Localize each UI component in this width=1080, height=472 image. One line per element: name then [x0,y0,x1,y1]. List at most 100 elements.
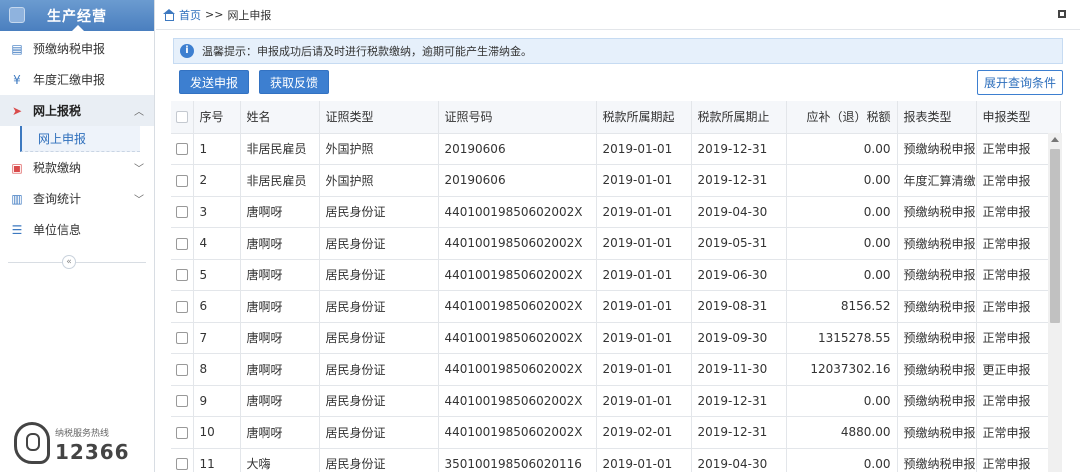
cell-index: 1 [193,133,241,165]
cell-index: 8 [193,353,241,386]
declaration-table: 序号 姓名 证照类型 证照号码 税款所属期起 税款所属期止 应补（退）税额 报表… [171,101,1061,472]
row-checkbox[interactable] [175,174,188,187]
cell-period-start: 2019-01-01 [596,133,692,165]
table-row[interactable]: 9 唐啊呀 居民身份证 44010019850602002X 2019-01-01 201… [171,385,1061,417]
row-checkbox-cell[interactable] [171,322,194,354]
cell-report-type: 年度汇算清缴 [897,164,977,197]
expand-query-button[interactable]: 展开查询条件 [977,70,1063,95]
cell-id-type: 居民身份证 [319,353,439,386]
collapse-sidebar-icon[interactable]: « [62,255,76,269]
row-checkbox-cell[interactable] [171,133,194,165]
row-checkbox[interactable] [175,395,188,408]
cell-period-end: 2019-04-30 [691,196,787,228]
cell-index: 2 [193,164,241,197]
cell-period-start: 2019-01-01 [596,290,692,323]
cell-tax-amount: 8156.52 [786,290,898,323]
cell-id-type: 居民身份证 [319,322,439,354]
table-row[interactable]: 5 唐啊呀 居民身份证 44010019850602002X 2019-01-01 201… [171,259,1061,291]
row-checkbox-cell[interactable] [171,353,194,386]
cell-period-end: 2019-05-31 [691,227,787,260]
cell-report-type: 预缴纳税申报 [897,416,977,449]
cell-index: 7 [193,322,241,354]
header-checkbox-cell[interactable] [171,101,194,134]
row-checkbox-cell[interactable] [171,196,194,228]
cell-index: 3 [193,196,241,228]
row-checkbox[interactable] [175,458,188,471]
table-row[interactable]: 7 唐啊呀 居民身份证 44010019850602002X 2019-01-01 201… [171,322,1061,354]
cell-id-number: 20190606 [438,164,597,197]
cell-report-type: 预缴纳税申报 [897,290,977,323]
sidebar-item-prepay[interactable]: ▤ 预缴纳税申报 [0,33,154,64]
row-checkbox[interactable] [175,206,188,219]
cell-period-end: 2019-08-31 [691,290,787,323]
cell-tax-amount: 0.00 [786,133,898,165]
cell-period-start: 2019-01-01 [596,448,692,472]
row-checkbox-cell[interactable] [171,164,194,197]
cell-period-start: 2019-01-01 [596,227,692,260]
col-header-period-start: 税款所属期起 [596,101,692,134]
row-checkbox-cell[interactable] [171,416,194,449]
table-row[interactable]: 10 唐啊呀 居民身份证 44010019850602002X 2019-02-01 20… [171,416,1061,449]
sidebar: 生产经营 ▤ 预缴纳税申报 ¥ 年度汇缴申报 ➤ 网上报税 ︿ 网上申报 ▣ 税… [0,0,155,472]
sidebar-item-online-tax[interactable]: ➤ 网上报税 ︿ [0,95,154,126]
cell-id-number: 44010019850602002X [438,227,597,260]
send-declaration-button[interactable]: 发送申报 [179,70,249,94]
row-checkbox[interactable] [175,269,188,282]
sidebar-title: 生产经营 [47,9,107,25]
scrollbar-thumb[interactable] [1050,149,1060,323]
sidebar-item-label: 年度汇缴申报 [33,73,106,87]
chevron-down-icon[interactable]: ﹀ [134,160,144,175]
chevron-down-icon[interactable]: ﹀ [134,191,144,206]
table-row[interactable]: 11 大嗨 居民身份证 350100198506020116 2019-01-01 201… [171,448,1061,472]
cell-period-end: 2019-09-30 [691,322,787,354]
table-row[interactable]: 4 唐啊呀 居民身份证 44010019850602002X 2019-01-01 201… [171,227,1061,260]
table-row[interactable]: 1 非居民雇员 外国护照 20190606 2019-01-01 2019-12-31 0.… [171,133,1061,165]
breadcrumb-home-link[interactable]: 首页 [179,7,201,23]
maximize-icon[interactable] [1058,10,1066,18]
row-checkbox[interactable] [175,143,188,156]
cell-name: 唐啊呀 [240,259,320,291]
sidebar-item-query[interactable]: ▥ 查询统计 ﹀ [0,183,154,214]
cell-id-number: 20190606 [438,133,597,165]
row-checkbox-cell[interactable] [171,259,194,291]
breadcrumb: 首页 >> 网上申报 [156,0,1080,30]
cell-index: 11 [193,448,241,472]
cell-id-type: 居民身份证 [319,290,439,323]
row-checkbox-cell[interactable] [171,290,194,323]
col-header-declare-type: 申报类型 [976,101,1061,134]
row-checkbox[interactable] [175,300,188,313]
row-checkbox[interactable] [175,426,188,439]
sidebar-subitem-online-declare[interactable]: 网上申报 [20,126,140,152]
sidebar-item-unit-info[interactable]: ☰ 单位信息 [0,214,154,245]
cell-id-type: 居民身份证 [319,385,439,417]
row-checkbox[interactable] [175,237,188,250]
table-row[interactable]: 6 唐啊呀 居民身份证 44010019850602002X 2019-01-01 201… [171,290,1061,323]
cell-tax-amount: 0.00 [786,196,898,228]
home-icon[interactable] [162,9,175,21]
sidebar-item-annual[interactable]: ¥ 年度汇缴申报 [0,64,154,95]
select-all-checkbox[interactable] [175,111,188,124]
scroll-up-icon[interactable] [1051,137,1059,142]
cell-period-end: 2019-04-30 [691,448,787,472]
cell-report-type: 预缴纳税申报 [897,196,977,228]
chevron-up-icon[interactable]: ︿ [134,103,144,118]
table-row[interactable]: 3 唐啊呀 居民身份证 44010019850602002X 2019-01-01 201… [171,196,1061,228]
cell-period-end: 2019-12-31 [691,385,787,417]
row-checkbox-cell[interactable] [171,227,194,260]
row-checkbox[interactable] [175,332,188,345]
cell-id-type: 居民身份证 [319,448,439,472]
row-checkbox-cell[interactable] [171,448,194,472]
row-checkbox-cell[interactable] [171,385,194,417]
row-checkbox[interactable] [175,363,188,376]
sidebar-item-label: 单位信息 [33,223,82,237]
table-row[interactable]: 8 唐啊呀 居民身份证 44010019850602002X 2019-01-01 201… [171,353,1061,386]
sidebar-item-payment[interactable]: ▣ 税款缴纳 ﹀ [0,152,154,183]
cell-tax-amount: 0.00 [786,448,898,472]
cell-tax-amount: 12037302.16 [786,353,898,386]
cell-index: 6 [193,290,241,323]
table-scrollbar[interactable] [1048,133,1062,472]
cell-report-type: 预缴纳税申报 [897,322,977,354]
cell-index: 10 [193,416,241,449]
get-feedback-button[interactable]: 获取反馈 [259,70,329,94]
table-row[interactable]: 2 非居民雇员 外国护照 20190606 2019-01-01 2019-12-31 0.… [171,164,1061,197]
